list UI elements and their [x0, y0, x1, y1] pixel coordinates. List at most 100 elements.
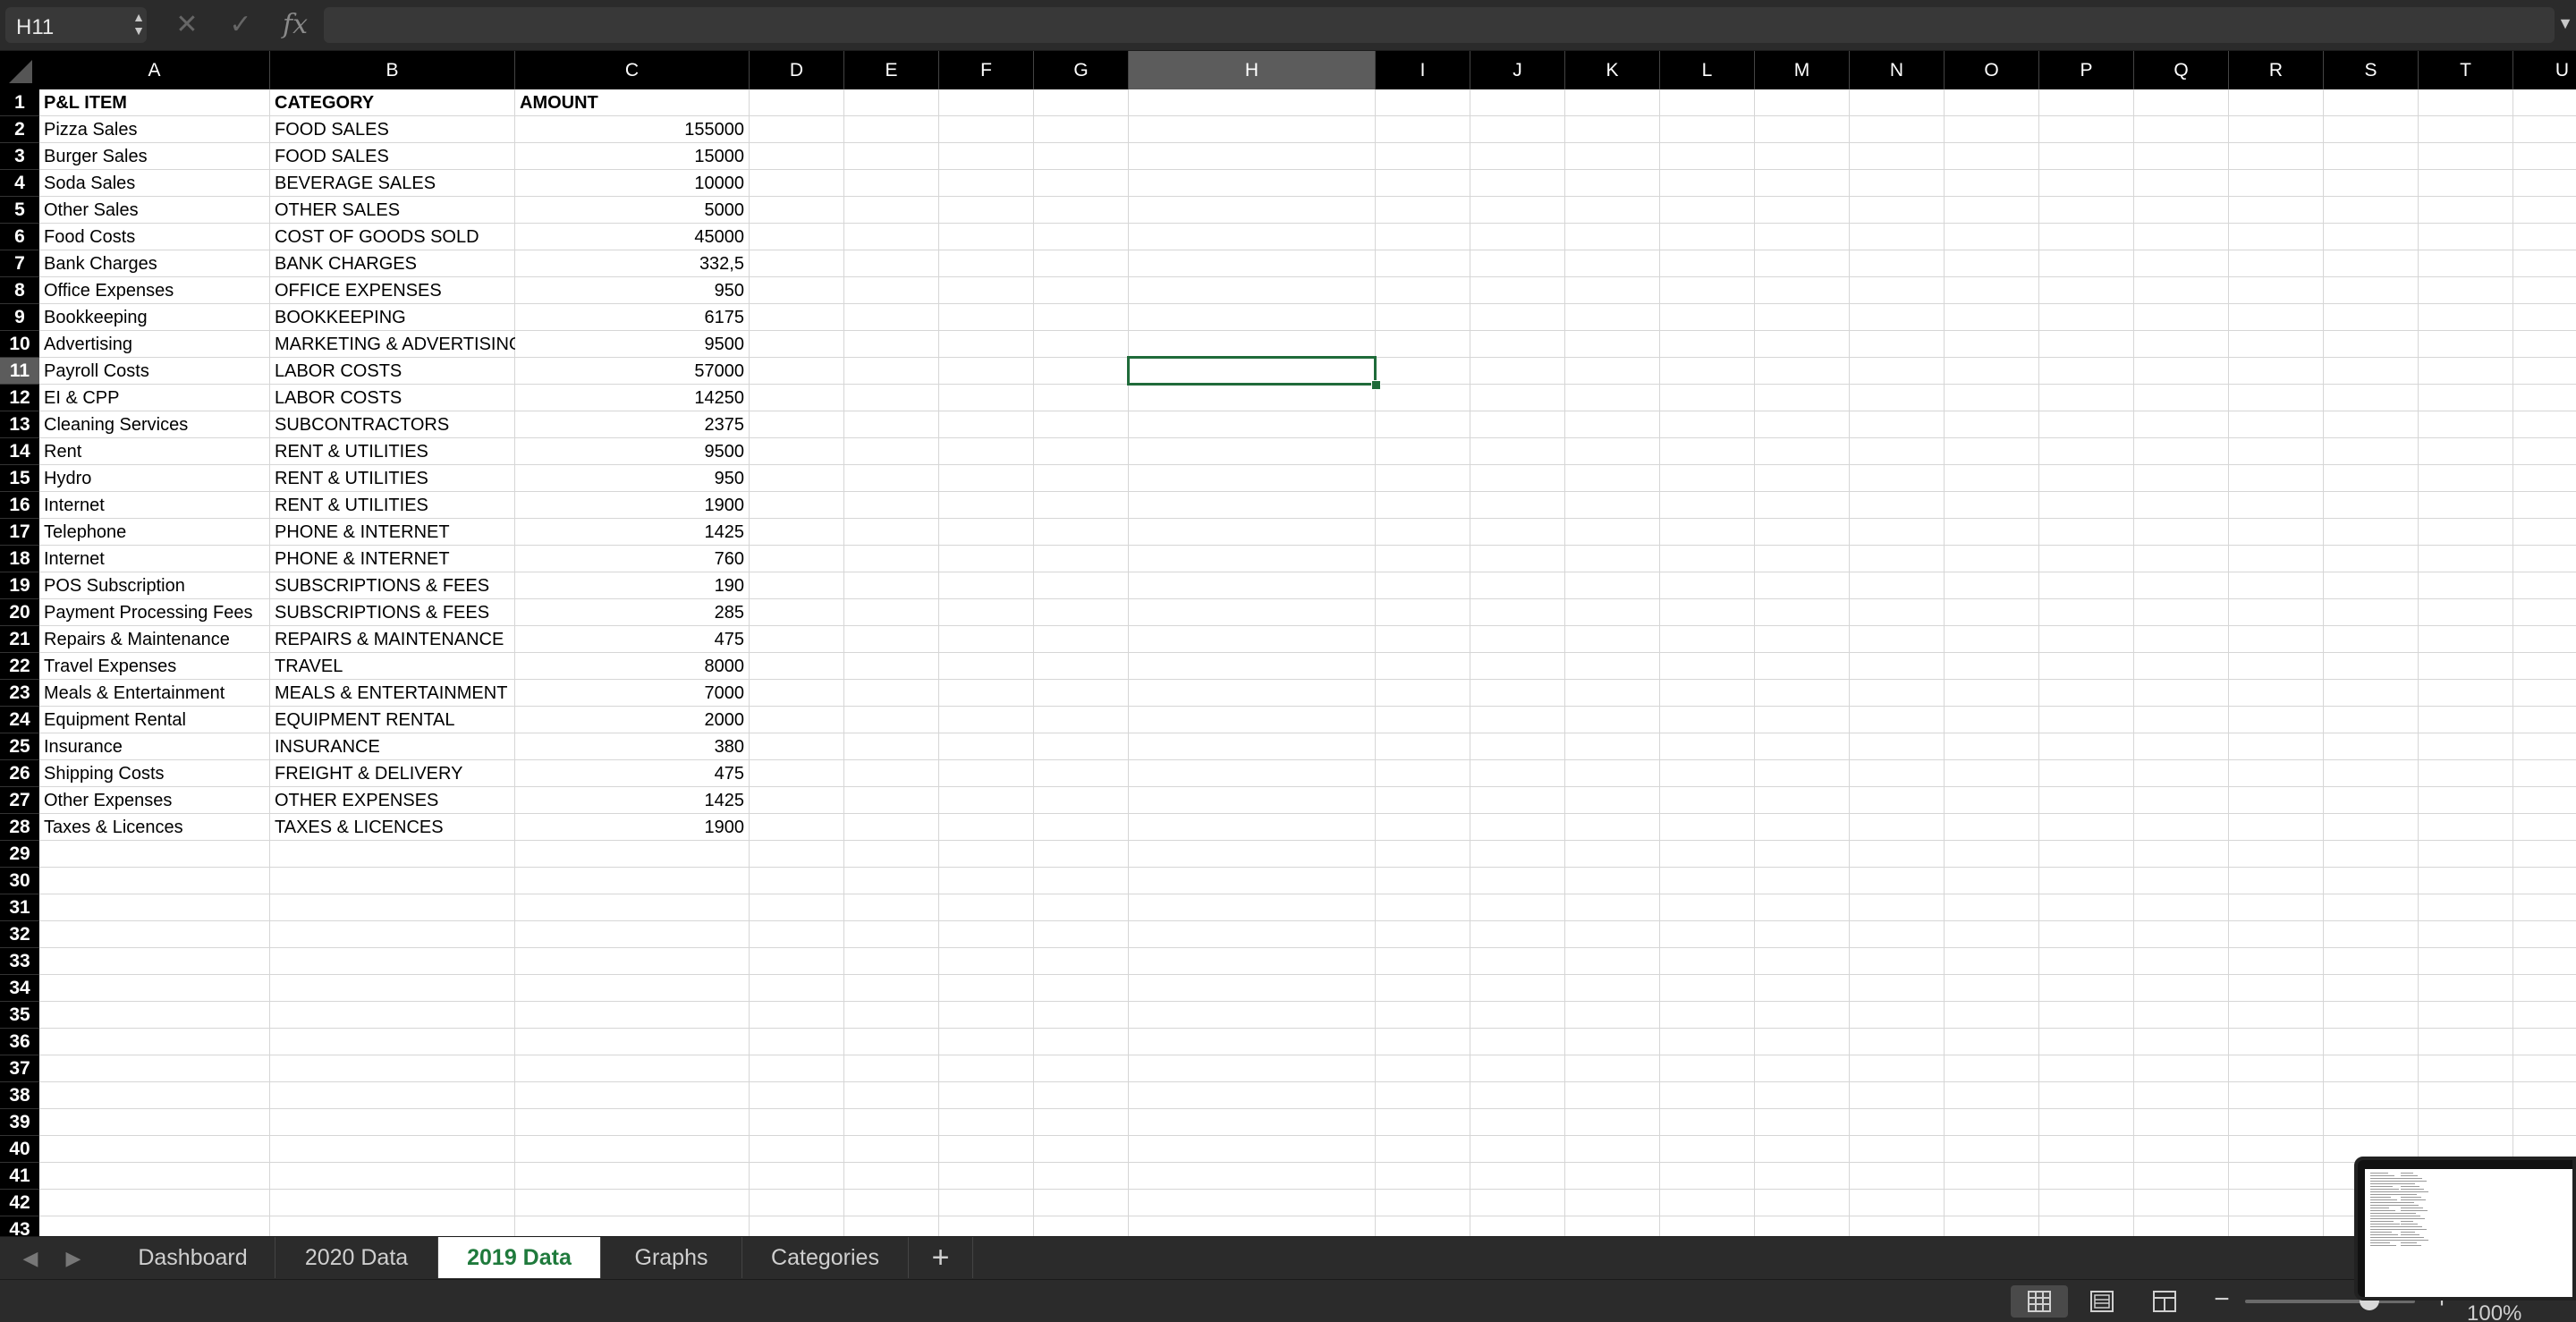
column-header-j[interactable]: J — [1470, 51, 1565, 89]
row-header-21[interactable]: 21 — [0, 626, 39, 653]
cell-a7[interactable]: Bank Charges — [39, 250, 270, 277]
cell-b27[interactable]: OTHER EXPENSES — [270, 787, 515, 814]
column-header-p[interactable]: P — [2039, 51, 2134, 89]
normal-view-button[interactable] — [2011, 1285, 2068, 1318]
row-header-35[interactable]: 35 — [0, 1002, 39, 1029]
cell-c26[interactable]: 475 — [515, 760, 750, 787]
cell-a21[interactable]: Repairs & Maintenance — [39, 626, 270, 653]
cell-a17[interactable]: Telephone — [39, 519, 270, 546]
row-header-16[interactable]: 16 — [0, 492, 39, 519]
cell-b15[interactable]: RENT & UTILITIES — [270, 465, 515, 492]
row-header-25[interactable]: 25 — [0, 733, 39, 760]
cell-c2[interactable]: 155000 — [515, 116, 750, 143]
name-box[interactable]: H11 ▲ ▼ — [5, 7, 147, 43]
zoom-out-button[interactable]: − — [2209, 1286, 2234, 1313]
cell-c12[interactable]: 14250 — [515, 385, 750, 411]
cell-b13[interactable]: SUBCONTRACTORS — [270, 411, 515, 438]
cell-b9[interactable]: BOOKKEEPING — [270, 304, 515, 331]
row-header-12[interactable]: 12 — [0, 385, 39, 411]
select-all-button[interactable] — [0, 51, 39, 89]
row-header-8[interactable]: 8 — [0, 277, 39, 304]
cell-c20[interactable]: 285 — [515, 599, 750, 626]
cell-c9[interactable]: 6175 — [515, 304, 750, 331]
cell-a14[interactable]: Rent — [39, 438, 270, 465]
cell-b14[interactable]: RENT & UTILITIES — [270, 438, 515, 465]
row-header-27[interactable]: 27 — [0, 787, 39, 814]
sheet-tab-graphs[interactable]: Graphs — [601, 1237, 742, 1278]
cell-c10[interactable]: 9500 — [515, 331, 750, 358]
cell-c6[interactable]: 45000 — [515, 224, 750, 250]
cell-b17[interactable]: PHONE & INTERNET — [270, 519, 515, 546]
cell-grid[interactable]: P&L ITEM CATEGORY AMOUNT Pizza Sales FOOD SA… — [39, 89, 2576, 1236]
cell-c16[interactable]: 1900 — [515, 492, 750, 519]
row-header-33[interactable]: 33 — [0, 948, 39, 975]
cell-a10[interactable]: Advertising — [39, 331, 270, 358]
column-header-o[interactable]: O — [1945, 51, 2039, 89]
cell-a8[interactable]: Office Expenses — [39, 277, 270, 304]
cell-b22[interactable]: TRAVEL — [270, 653, 515, 680]
tab-prev-arrow-icon[interactable]: ◀ — [20, 1248, 41, 1269]
row-header-40[interactable]: 40 — [0, 1136, 39, 1163]
cell-a11[interactable]: Payroll Costs — [39, 358, 270, 385]
cell-c28[interactable]: 1900 — [515, 814, 750, 841]
cell-a15[interactable]: Hydro — [39, 465, 270, 492]
cell-a22[interactable]: Travel Expenses — [39, 653, 270, 680]
column-header-m[interactable]: M — [1755, 51, 1850, 89]
cell-c17[interactable]: 1425 — [515, 519, 750, 546]
cell-b7[interactable]: BANK CHARGES — [270, 250, 515, 277]
row-header-7[interactable]: 7 — [0, 250, 39, 277]
cell-a3[interactable]: Burger Sales — [39, 143, 270, 170]
cell-c23[interactable]: 7000 — [515, 680, 750, 707]
column-header-c[interactable]: C — [515, 51, 750, 89]
row-header-24[interactable]: 24 — [0, 707, 39, 733]
row-header-10[interactable]: 10 — [0, 331, 39, 358]
row-header-39[interactable]: 39 — [0, 1109, 39, 1136]
column-header-n[interactable]: N — [1850, 51, 1945, 89]
row-header-37[interactable]: 37 — [0, 1055, 39, 1082]
row-header-38[interactable]: 38 — [0, 1082, 39, 1109]
cell-a18[interactable]: Internet — [39, 546, 270, 572]
row-header-6[interactable]: 6 — [0, 224, 39, 250]
row-header-15[interactable]: 15 — [0, 465, 39, 492]
column-header-l[interactable]: L — [1660, 51, 1755, 89]
cell-c14[interactable]: 9500 — [515, 438, 750, 465]
cell-c11[interactable]: 57000 — [515, 358, 750, 385]
cell-a5[interactable]: Other Sales — [39, 197, 270, 224]
row-header-13[interactable]: 13 — [0, 411, 39, 438]
row-header-5[interactable]: 5 — [0, 197, 39, 224]
sheet-tab-2019-data[interactable]: 2019 Data — [438, 1237, 601, 1278]
cell-c18[interactable]: 760 — [515, 546, 750, 572]
cell-b21[interactable]: REPAIRS & MAINTENANCE — [270, 626, 515, 653]
cell-b2[interactable]: FOOD SALES — [270, 116, 515, 143]
window-thumbnail-preview[interactable] — [2354, 1157, 2576, 1301]
cell-c22[interactable]: 8000 — [515, 653, 750, 680]
page-break-view-button[interactable] — [2136, 1285, 2193, 1318]
cell-c19[interactable]: 190 — [515, 572, 750, 599]
cell-b12[interactable]: LABOR COSTS — [270, 385, 515, 411]
row-header-29[interactable]: 29 — [0, 841, 39, 868]
row-header-17[interactable]: 17 — [0, 519, 39, 546]
row-header-18[interactable]: 18 — [0, 546, 39, 572]
cell-a25[interactable]: Insurance — [39, 733, 270, 760]
zoom-level[interactable]: 100% — [2467, 1301, 2521, 1322]
row-header-28[interactable]: 28 — [0, 814, 39, 841]
cell-a6[interactable]: Food Costs — [39, 224, 270, 250]
row-header-42[interactable]: 42 — [0, 1190, 39, 1216]
row-header-14[interactable]: 14 — [0, 438, 39, 465]
cell-b28[interactable]: TAXES & LICENCES — [270, 814, 515, 841]
cell-a16[interactable]: Internet — [39, 492, 270, 519]
column-header-i[interactable]: I — [1376, 51, 1470, 89]
column-header-q[interactable]: Q — [2134, 51, 2229, 89]
row-header-23[interactable]: 23 — [0, 680, 39, 707]
sheet-tab-2020-data[interactable]: 2020 Data — [275, 1237, 438, 1278]
cancel-icon[interactable]: ✕ — [172, 7, 202, 43]
active-cell-selection[interactable] — [1127, 356, 1377, 386]
checkmark-icon[interactable]: ✓ — [225, 7, 256, 43]
row-header-41[interactable]: 41 — [0, 1163, 39, 1190]
cell-b6[interactable]: COST OF GOODS SOLD — [270, 224, 515, 250]
column-header-f[interactable]: F — [939, 51, 1034, 89]
cell-b24[interactable]: EQUIPMENT RENTAL — [270, 707, 515, 733]
cell-c25[interactable]: 380 — [515, 733, 750, 760]
column-header-d[interactable]: D — [750, 51, 844, 89]
cell-b1[interactable]: CATEGORY — [270, 89, 515, 116]
